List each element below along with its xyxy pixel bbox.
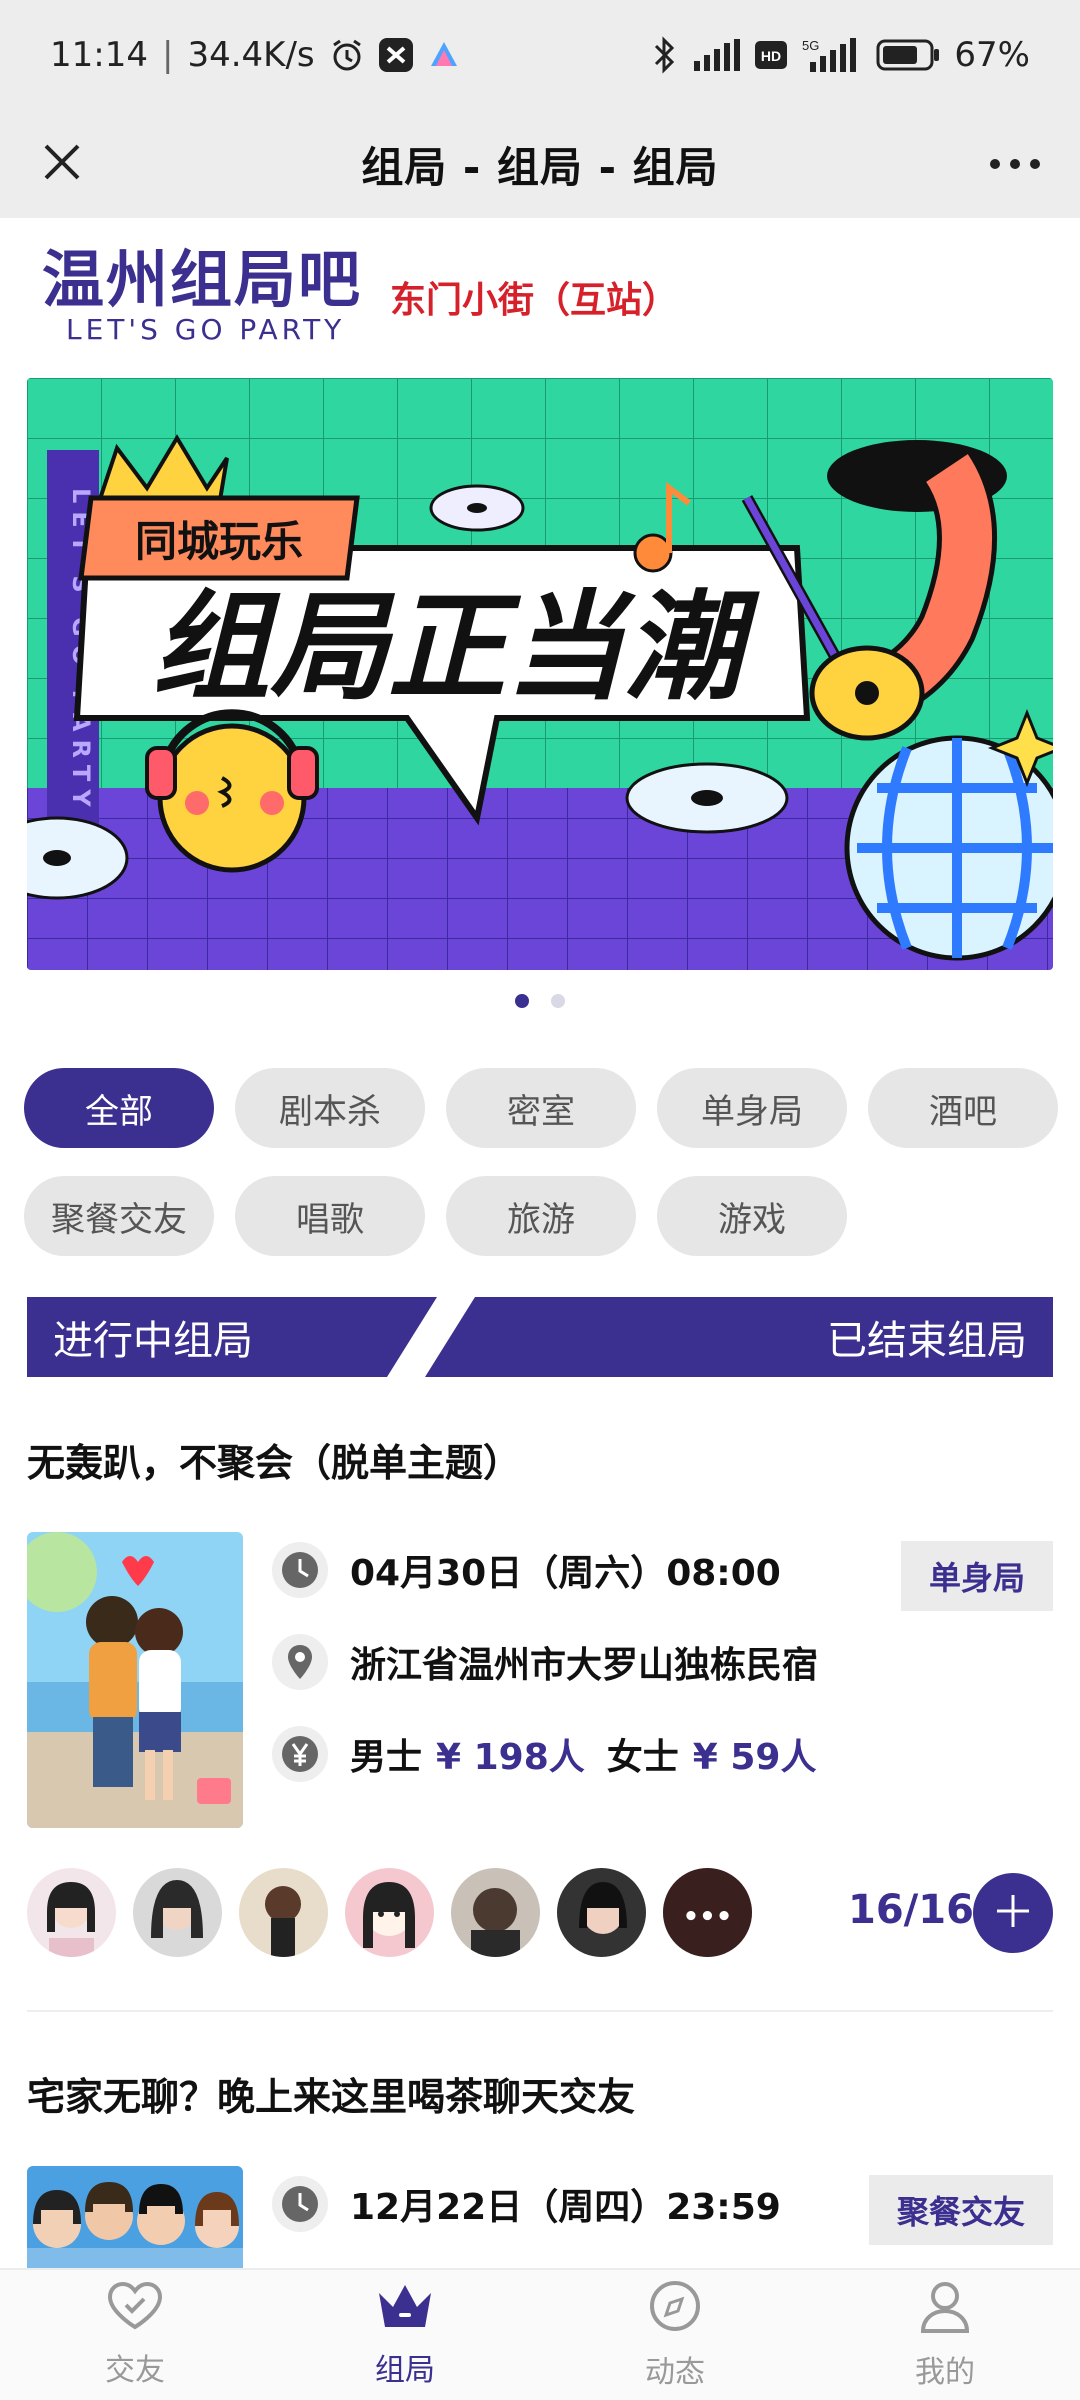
crown-icon — [375, 2281, 435, 2339]
location-pin-icon — [272, 1634, 328, 1690]
banner-illustration: LET'S GO PARTY 同城玩乐 组局正当潮 — [27, 378, 1053, 970]
plus-icon — [993, 1891, 1033, 1935]
divider — [27, 2010, 1053, 2012]
tab-friends[interactable]: 交友 — [0, 2270, 270, 2400]
5g-signal-icon: 5G — [802, 38, 862, 72]
category-singles[interactable]: 单身局 — [657, 1068, 847, 1148]
tab-profile-label: 我的 — [915, 2355, 975, 2390]
event-thumbnail[interactable] — [27, 1532, 243, 1828]
event-datetime: 12月22日（周四）23:59 — [272, 2176, 781, 2232]
bottom-tab-bar: 交友 组局 动态 我的 — [0, 2268, 1080, 2400]
category-escape-room[interactable]: 密室 — [446, 1068, 636, 1148]
clock-icon — [272, 2176, 328, 2232]
status-speed: 34.4K/s — [187, 35, 315, 75]
tab-profile[interactable]: 我的 — [810, 2270, 1080, 2400]
svg-text:5G: 5G — [802, 38, 819, 53]
banner-headline: 组局正当潮 — [152, 578, 760, 716]
banner-carousel[interactable]: LET'S GO PARTY 同城玩乐 组局正当潮 — [27, 378, 1053, 970]
event-datetime-text: 04月30日（周六）08:00 — [350, 1553, 781, 1594]
event-location: 浙江省温州市大罗山独栋民宿 — [272, 1634, 818, 1690]
event-category-tag: 单身局 — [900, 1541, 1053, 1611]
more-participants[interactable]: ••• — [663, 1868, 752, 1957]
status-time: 11:14 — [50, 35, 148, 75]
yen-icon — [272, 1726, 328, 1782]
price-male-label: 男士 — [350, 1737, 423, 1778]
event-title[interactable]: 宅家无聊？晚上来这里喝茶聊天交友 — [27, 2066, 635, 2121]
category-games[interactable]: 游戏 — [657, 1176, 847, 1256]
carousel-dot-1[interactable] — [515, 994, 529, 1008]
avatar[interactable] — [345, 1868, 434, 1957]
event-category-tag: 聚餐交友 — [868, 2175, 1053, 2245]
event-location-text: 浙江省温州市大罗山独栋民宿 — [350, 1645, 819, 1686]
tab-moments-label: 动态 — [645, 2355, 705, 2390]
tab-ongoing[interactable]: 进行中组局 — [53, 1297, 253, 1377]
price-female: ¥ 59人 — [692, 1737, 817, 1778]
nav-bar: 组局 - 组局 - 组局 — [0, 110, 1080, 218]
event-datetime-text: 12月22日（周四）23:59 — [350, 2187, 781, 2228]
more-participants-label: ••• — [682, 1901, 733, 1932]
signal-icon — [692, 39, 741, 71]
tab-ended[interactable]: 已结束组局 — [827, 1297, 1027, 1377]
svg-text:HD: HD — [761, 48, 781, 64]
avatar[interactable] — [133, 1868, 222, 1957]
price-female-label: 女士 — [606, 1737, 679, 1778]
tab-groups-label: 组局 — [375, 2353, 435, 2388]
category-bar[interactable]: 酒吧 — [868, 1068, 1058, 1148]
event-thumbnail-image — [27, 2166, 243, 2268]
event-title[interactable]: 无轰趴，不聚会（脱单主题） — [27, 1432, 521, 1487]
status-segment: 进行中组局 已结束组局 — [27, 1297, 1053, 1377]
close-button[interactable] — [30, 132, 94, 196]
battery-percent: 67% — [954, 35, 1030, 75]
brand-sub: LET'S GO PARTY — [66, 313, 346, 346]
bluetooth-icon — [652, 36, 678, 74]
avatar[interactable] — [239, 1868, 328, 1957]
alarm-icon — [329, 37, 365, 73]
avatar[interactable] — [451, 1868, 540, 1957]
station-name: 东门小街（互站） — [390, 280, 679, 321]
participant-count: 16/16 — [848, 1887, 974, 1933]
price-male: ¥ 198人 — [436, 1737, 585, 1778]
brand-name: 温州组局吧 — [42, 243, 363, 316]
compass-icon — [648, 2279, 702, 2341]
heart-icon — [106, 2281, 164, 2339]
event-price: 男士 ¥ 198人 女士 ¥ 59人 — [272, 1726, 816, 1782]
brand-header: 温州组局吧 LET'S GO PARTY 东门小街（互站） — [42, 245, 678, 345]
event-thumbnail[interactable] — [27, 2166, 243, 2268]
carousel-dot-2[interactable] — [551, 994, 565, 1008]
join-button[interactable] — [973, 1873, 1053, 1953]
tab-groups[interactable]: 组局 — [270, 2270, 540, 2400]
banner-badge: 同城玩乐 — [135, 517, 303, 566]
tab-friends-label: 交友 — [105, 2353, 165, 2388]
participant-avatars: ••• — [27, 1868, 752, 1957]
brand-logo: 温州组局吧 LET'S GO PARTY — [42, 245, 362, 345]
tab-moments[interactable]: 动态 — [540, 2270, 810, 2400]
app-a-icon — [427, 38, 461, 72]
user-icon — [918, 2279, 972, 2341]
category-script-murder[interactable]: 剧本杀 — [235, 1068, 425, 1148]
category-filter: 全部 剧本杀 密室 单身局 酒吧 聚餐交友 唱歌 旅游 游戏 — [24, 1068, 1064, 1256]
app-x-icon — [378, 38, 413, 72]
more-button[interactable] — [980, 132, 1050, 196]
battery-icon — [876, 39, 940, 71]
avatar[interactable] — [27, 1868, 116, 1957]
hd-icon: HD — [754, 40, 788, 70]
clock-icon — [272, 1542, 328, 1598]
carousel-dots — [0, 994, 1080, 1008]
more-icon — [989, 155, 1041, 174]
page-title: 组局 - 组局 - 组局 — [361, 142, 719, 192]
status-bar: 11:14 | 34.4K/s HD 5G 67% — [0, 0, 1080, 110]
avatar[interactable] — [557, 1868, 646, 1957]
event-datetime: 04月30日（周六）08:00 — [272, 1542, 781, 1598]
category-karaoke[interactable]: 唱歌 — [235, 1176, 425, 1256]
close-icon — [42, 142, 82, 186]
category-all[interactable]: 全部 — [24, 1068, 214, 1148]
event-thumbnail-image — [27, 1532, 243, 1828]
category-dining[interactable]: 聚餐交友 — [24, 1176, 214, 1256]
category-travel[interactable]: 旅游 — [446, 1176, 636, 1256]
